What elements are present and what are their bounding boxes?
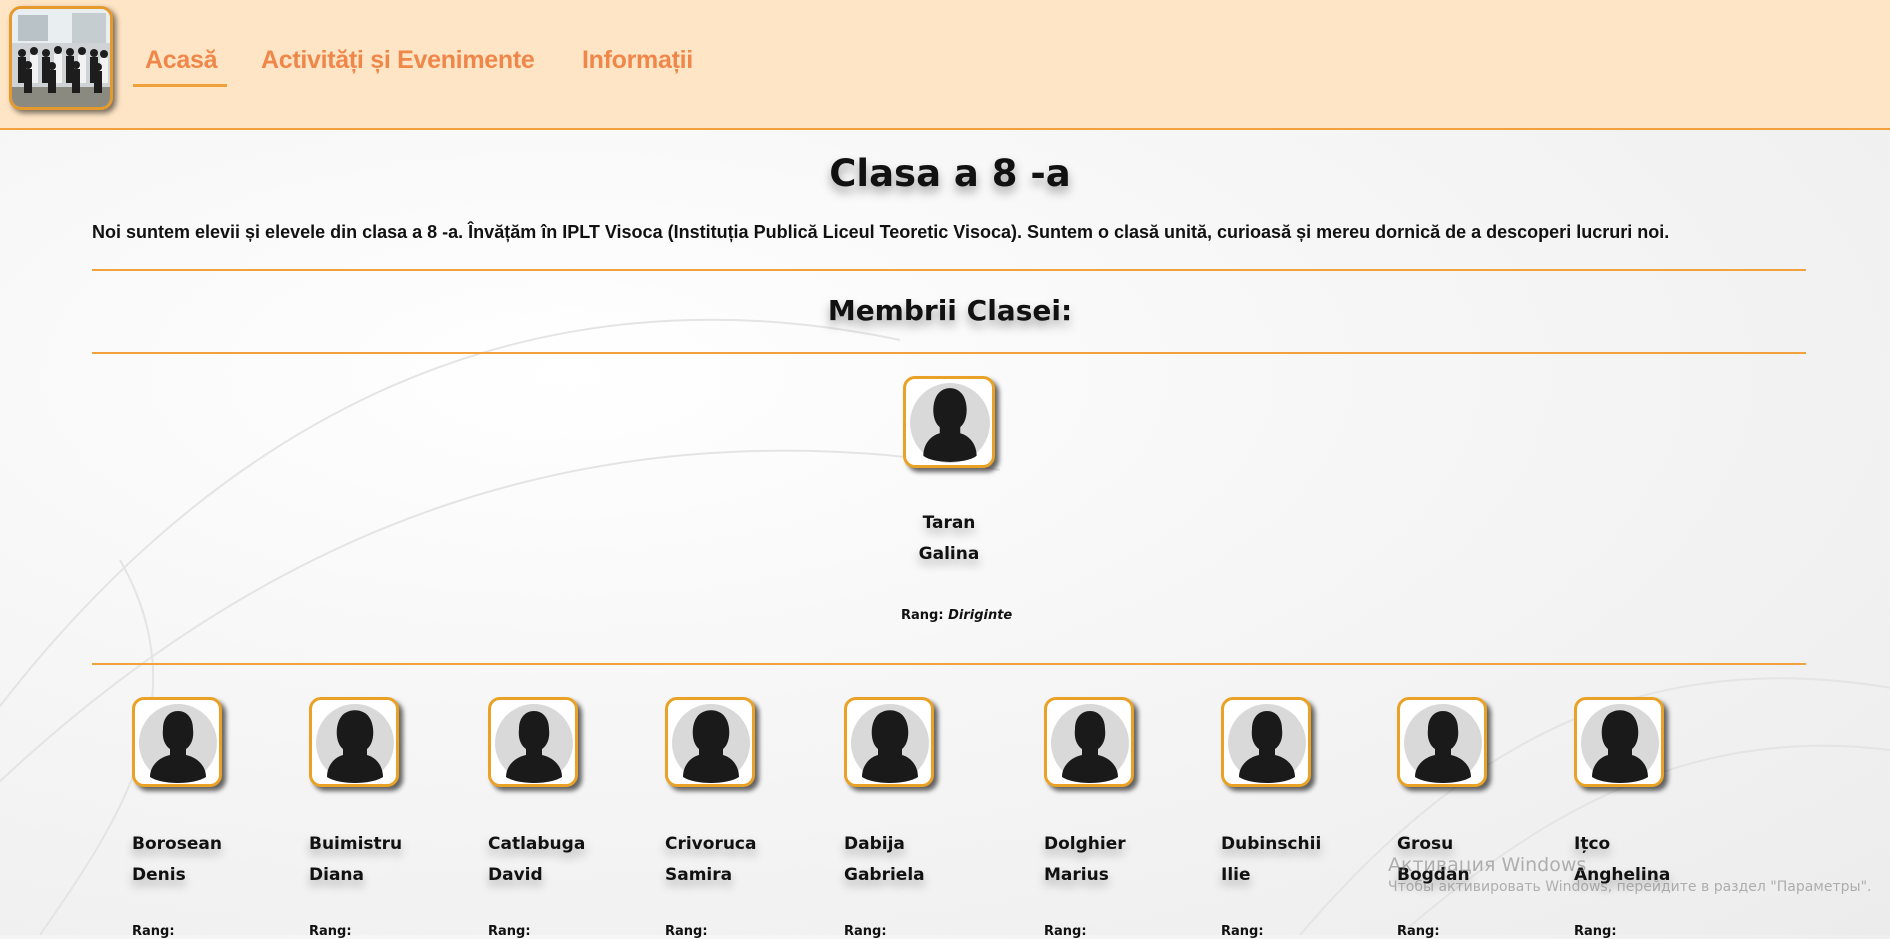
student-first-name: Catlabuga [488,834,586,854]
student-name: Buimistru Diana [309,829,402,891]
student-first-name: Buimistru [309,834,403,854]
student-first-name: Dubinschii [1221,834,1322,854]
class-photo-logo[interactable] [9,6,113,110]
student-first-name: Crivoruca [665,834,757,854]
male-avatar-icon [1397,697,1487,787]
teacher-rank: Rang: Diriginte [901,608,1012,623]
class-photo-image [12,9,110,107]
student-second-name: David [488,865,543,885]
divider [92,663,1806,665]
female-avatar-icon [1574,697,1664,787]
student-name: Borosean Denis [132,829,222,891]
student-second-name: Diana [309,865,364,885]
student-second-name: Samira [665,865,733,885]
teacher-name: Taran Galina [889,508,1009,570]
male-avatar-icon [1044,697,1134,787]
rank-value: Diriginte [948,608,1013,623]
nav-link-acasa[interactable]: Acasă [132,46,228,87]
student-rank-cut-off: Rang: [488,924,531,939]
student-rank-cut-off: Rang: [1221,924,1264,939]
page-title: Clasa a 8 -a [829,152,1071,195]
student-second-name: Anghelina [1574,865,1671,885]
student-second-name: Gabriela [844,865,925,885]
female-avatar-icon [844,697,934,787]
student-first-name: Dolghier [1044,834,1126,854]
male-avatar-icon [132,697,222,787]
divider [92,352,1806,354]
student-name: Catlabuga David [488,829,585,891]
female-avatar-icon [665,697,755,787]
student-rank-cut-off: Rang: [132,924,175,939]
female-avatar-icon [309,697,399,787]
student-name: Dubinschii Ilie [1221,829,1321,891]
student-rank-cut-off: Rang: [309,924,352,939]
student-name: Grosu Bogdan [1397,829,1470,891]
student-second-name: Bogdan [1397,865,1470,885]
student-name: Ițco Anghelina [1574,829,1670,891]
student-first-name: Grosu [1397,834,1454,854]
student-rank-cut-off: Rang: [844,924,887,939]
student-name: Dolghier Marius [1044,829,1126,891]
student-second-name: Marius [1044,865,1109,885]
teacher-first-name: Taran [922,513,976,533]
male-avatar-icon [488,697,578,787]
student-rank-cut-off: Rang: [1574,924,1617,939]
top-navigation-bar: Acasă Activități și Evenimente Informați… [0,0,1890,130]
nav-link-activitati-evenimente[interactable]: Activități și Evenimente [261,46,535,75]
student-rank-cut-off: Rang: [1397,924,1440,939]
rank-label: Rang: [901,608,944,623]
student-rank-cut-off: Rang: [1044,924,1087,939]
student-name: Crivoruca Samira [665,829,756,891]
student-first-name: Borosean [132,834,222,854]
teacher-second-name: Galina [918,544,980,564]
student-rank-cut-off: Rang: [665,924,708,939]
female-avatar-icon [903,376,995,468]
student-name: Dabija Gabriela [844,829,925,891]
student-first-name: Dabija [844,834,905,854]
male-avatar-icon [1221,697,1311,787]
student-second-name: Denis [132,865,186,885]
class-intro-text: Noi suntem elevii și elevele din clasa a… [92,222,1670,242]
nav-link-informatii[interactable]: Informații [582,46,693,75]
divider [92,269,1806,271]
members-heading: Membrii Clasei: [827,294,1073,327]
student-second-name: Ilie [1221,865,1251,885]
student-first-name: Ițco [1574,834,1611,854]
